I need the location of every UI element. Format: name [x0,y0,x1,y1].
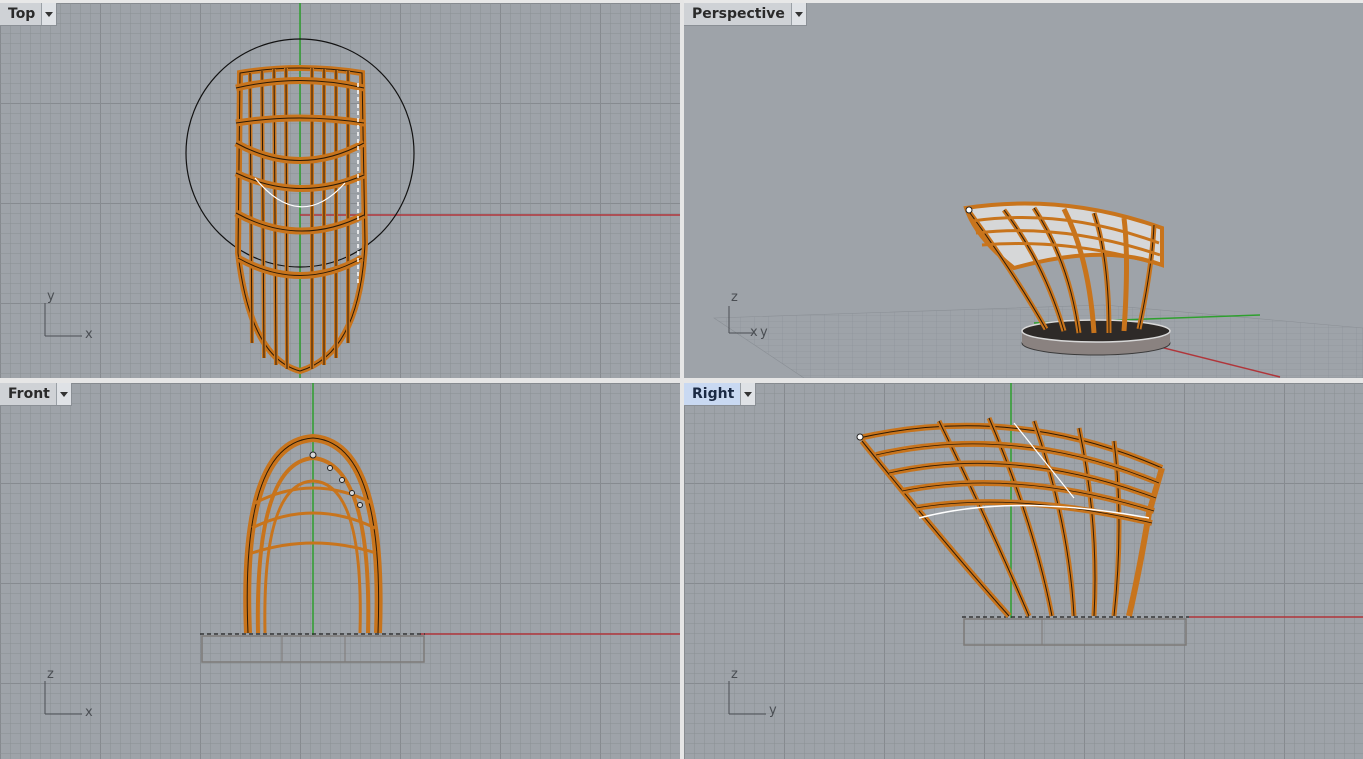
top-viewport[interactable]: Top x y [0,3,680,378]
dropdown-arrow-icon[interactable] [740,383,756,405]
viewport-title: Right [692,386,735,402]
world-axes-icon: y z [728,667,777,718]
right-viewport[interactable]: Right y z [684,383,1363,759]
world-axes-icon: x z [44,667,93,720]
viewport-tab-top[interactable]: Top [0,3,58,26]
dropdown-arrow-icon[interactable] [55,383,71,405]
viewport-tab-perspective[interactable]: Perspective [684,3,807,26]
axis-label-y: y [769,703,777,718]
perspective-viewport[interactable]: Perspective x y z [684,3,1363,378]
viewport-title: Front [8,386,50,402]
axis-label-y: y [760,325,768,340]
front-viewport[interactable]: Front x z [0,383,680,759]
right-scene: y z [728,383,1363,718]
perspective-scene: x y z [713,201,1363,378]
axis-label-z: z [731,667,738,682]
axis-label-z: z [731,290,738,305]
base-ring [200,633,425,663]
viewport-tab-front[interactable]: Front [0,383,72,406]
viewport-tab-right[interactable]: Right [684,383,757,406]
viewport-title: Perspective [692,6,785,22]
rib-structure [856,417,1165,618]
axis-label-y: y [47,289,55,304]
viewport-title: Top [8,6,36,22]
axis-label-z: z [47,667,54,682]
axis-label-x: x [85,327,93,342]
dropdown-arrow-icon[interactable] [790,3,806,25]
world-axes-icon: x y [44,289,93,342]
front-scene: x z [44,383,680,720]
top-scene: x y [44,3,680,378]
dropdown-arrow-icon[interactable] [41,3,57,25]
world-axes-icon: x y z [728,290,768,340]
axis-label-x: x [750,325,758,340]
axis-label-x: x [85,705,93,720]
base-ring [962,616,1189,646]
